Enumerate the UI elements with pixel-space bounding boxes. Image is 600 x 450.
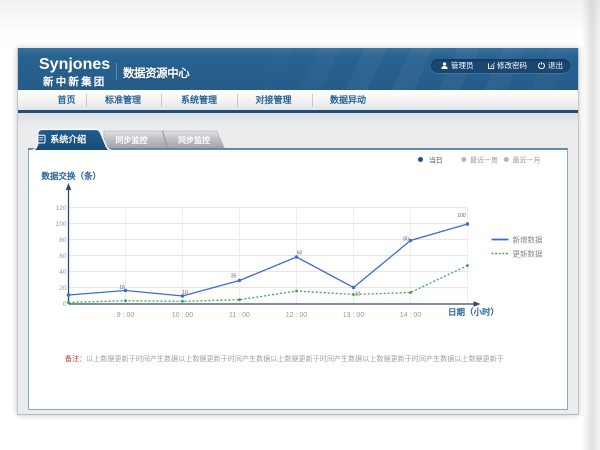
svg-text:13 : 00: 13 : 00 — [343, 312, 365, 319]
svg-text:日期（小时）: 日期（小时） — [448, 307, 499, 317]
svg-text:20: 20 — [59, 285, 67, 292]
svg-text:10: 10 — [182, 290, 188, 296]
svg-text:14 : 00: 14 : 00 — [400, 312, 422, 319]
svg-text:10: 10 — [355, 292, 361, 298]
svg-text:最近一月: 最近一月 — [513, 155, 541, 164]
svg-text:系统介绍: 系统介绍 — [50, 133, 86, 144]
svg-text:最近一周: 最近一周 — [470, 155, 498, 164]
svg-text:更新数据: 更新数据 — [513, 248, 543, 258]
svg-text:0: 0 — [63, 301, 67, 308]
svg-text:11 : 00: 11 : 00 — [229, 312, 250, 319]
svg-text:100: 100 — [457, 213, 466, 219]
svg-text:60: 60 — [59, 253, 67, 260]
svg-text:当日: 当日 — [429, 155, 443, 164]
svg-text:80: 80 — [403, 237, 409, 243]
svg-text:9 : 00: 9 : 00 — [117, 312, 135, 319]
svg-text:100: 100 — [56, 221, 67, 228]
svg-text:10 : 00: 10 : 00 — [172, 312, 194, 319]
svg-text:同步监控: 同步监控 — [178, 135, 210, 145]
svg-text:80: 80 — [59, 237, 67, 244]
svg-text:数据交换（条）: 数据交换（条） — [42, 171, 102, 181]
svg-text:同步监控: 同步监控 — [116, 135, 148, 145]
svg-text:新增数据: 新增数据 — [513, 234, 543, 244]
svg-text:35: 35 — [231, 274, 237, 280]
svg-text:18: 18 — [119, 285, 125, 291]
svg-text:60: 60 — [297, 251, 303, 257]
svg-text:40: 40 — [59, 269, 67, 276]
svg-text:12 : 00: 12 : 00 — [286, 312, 308, 319]
svg-text:120: 120 — [56, 205, 67, 212]
